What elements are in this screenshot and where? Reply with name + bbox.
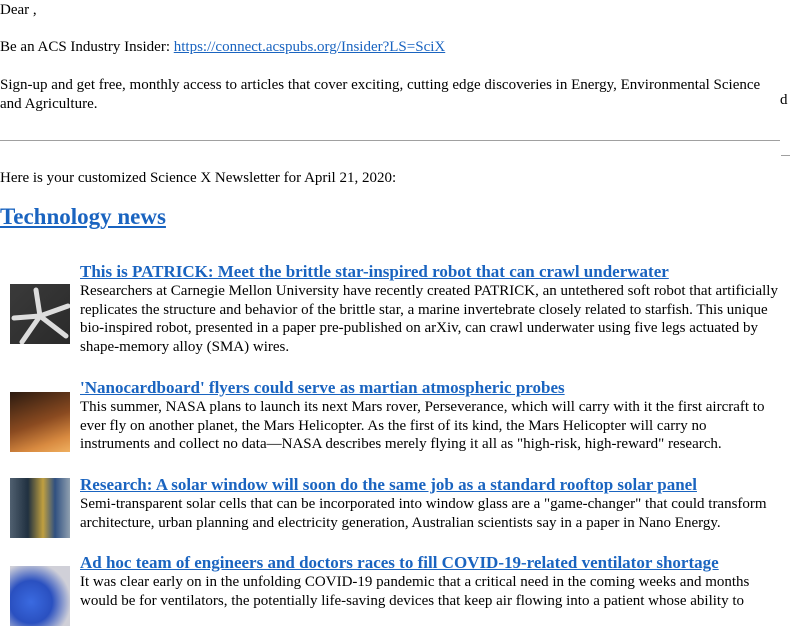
promo-line: Be an ACS Industry Insider: https://conn… bbox=[0, 39, 445, 56]
article-summary: It was clear early on in the unfolding C… bbox=[80, 574, 750, 609]
ventilator-image[interactable] bbox=[10, 566, 70, 626]
article-summary: This summer, NASA plans to launch its ne… bbox=[80, 399, 765, 452]
article-summary: Semi-transparent solar cells that can be… bbox=[80, 496, 767, 531]
divider bbox=[0, 140, 780, 141]
promo-prefix: Be an ACS Industry Insider: bbox=[0, 39, 174, 55]
article-title[interactable]: 'Nanocardboard' flyers could serve as ma… bbox=[80, 378, 565, 398]
promo-description: Sign-up and get free, monthly access to … bbox=[0, 77, 761, 112]
divider-fragment bbox=[781, 155, 790, 156]
nanocardboard-flyer-image[interactable] bbox=[10, 392, 70, 452]
brittle-star-robot-image[interactable] bbox=[10, 284, 71, 345]
stray-character: d bbox=[780, 92, 788, 108]
solar-window-image[interactable] bbox=[10, 478, 70, 538]
article-title[interactable]: This is PATRICK: Meet the brittle star-i… bbox=[80, 262, 669, 282]
section-title-technology-news[interactable]: Technology news bbox=[0, 204, 166, 230]
article-title[interactable]: Ad hoc team of engineers and doctors rac… bbox=[80, 553, 719, 573]
article-title[interactable]: Research: A solar window will soon do th… bbox=[80, 475, 697, 495]
article-summary: Researchers at Carnegie Mellon Universit… bbox=[80, 283, 778, 355]
newsletter-intro: Here is your customized Science X Newsle… bbox=[0, 170, 397, 186]
insider-link[interactable]: https://connect.acspubs.org/Insider?LS=S… bbox=[174, 39, 445, 55]
greeting: Dear , bbox=[0, 2, 37, 18]
